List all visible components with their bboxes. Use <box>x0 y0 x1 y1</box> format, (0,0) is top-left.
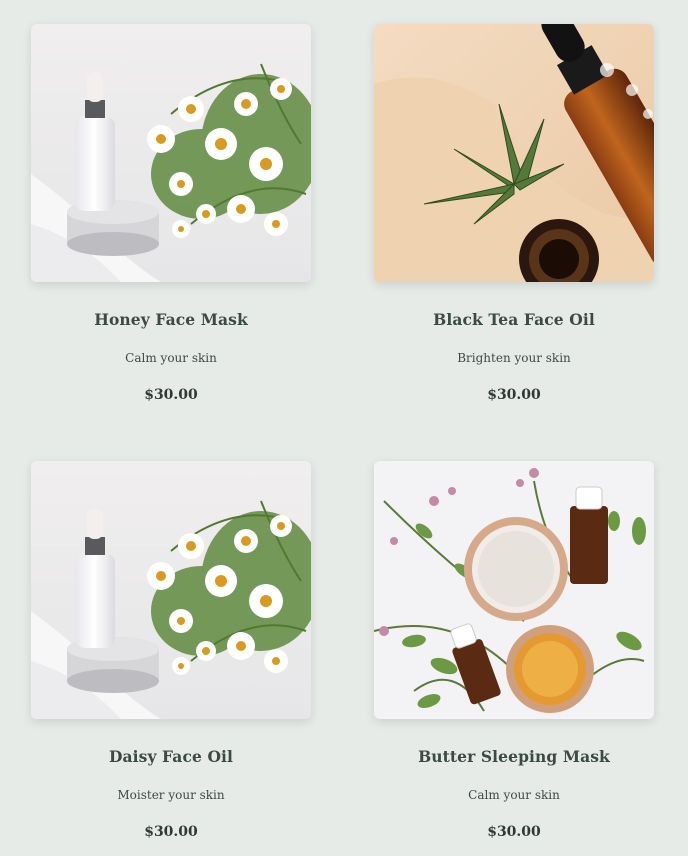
product-name[interactable]: Daisy Face Oil <box>31 747 311 766</box>
product-tagline: Moister your skin <box>117 788 225 802</box>
product-image[interactable] <box>31 461 311 719</box>
product-name[interactable]: Honey Face Mask <box>31 310 311 329</box>
product-price: $30.00 <box>144 824 198 840</box>
product-image[interactable] <box>31 24 311 282</box>
product-price: $30.00 <box>144 387 198 403</box>
product-name[interactable]: Black Tea Face Oil <box>374 310 654 329</box>
product-card[interactable]: Black Tea Face Oil Brighten your skin $3… <box>374 24 654 403</box>
product-grid: Honey Face Mask Calm your skin $30.00 Bl… <box>0 0 688 856</box>
clay-honey-bowls-photo <box>374 461 654 719</box>
product-image[interactable] <box>374 24 654 282</box>
product-tagline: Brighten your skin <box>457 351 571 365</box>
product-tagline: Calm your skin <box>125 351 217 365</box>
daisy-bottle-photo <box>31 461 311 719</box>
product-price: $30.00 <box>487 387 541 403</box>
daisy-bottle-photo <box>31 24 311 282</box>
product-image[interactable] <box>374 461 654 719</box>
amber-bottle-leaf-photo <box>374 24 654 282</box>
product-card[interactable]: Butter Sleeping Mask Calm your skin $30.… <box>374 461 654 840</box>
product-tagline: Calm your skin <box>468 788 560 802</box>
product-card[interactable]: Daisy Face Oil Moister your skin $30.00 <box>31 461 311 840</box>
product-name[interactable]: Butter Sleeping Mask <box>374 747 654 766</box>
product-price: $30.00 <box>487 824 541 840</box>
product-card[interactable]: Honey Face Mask Calm your skin $30.00 <box>31 24 311 403</box>
